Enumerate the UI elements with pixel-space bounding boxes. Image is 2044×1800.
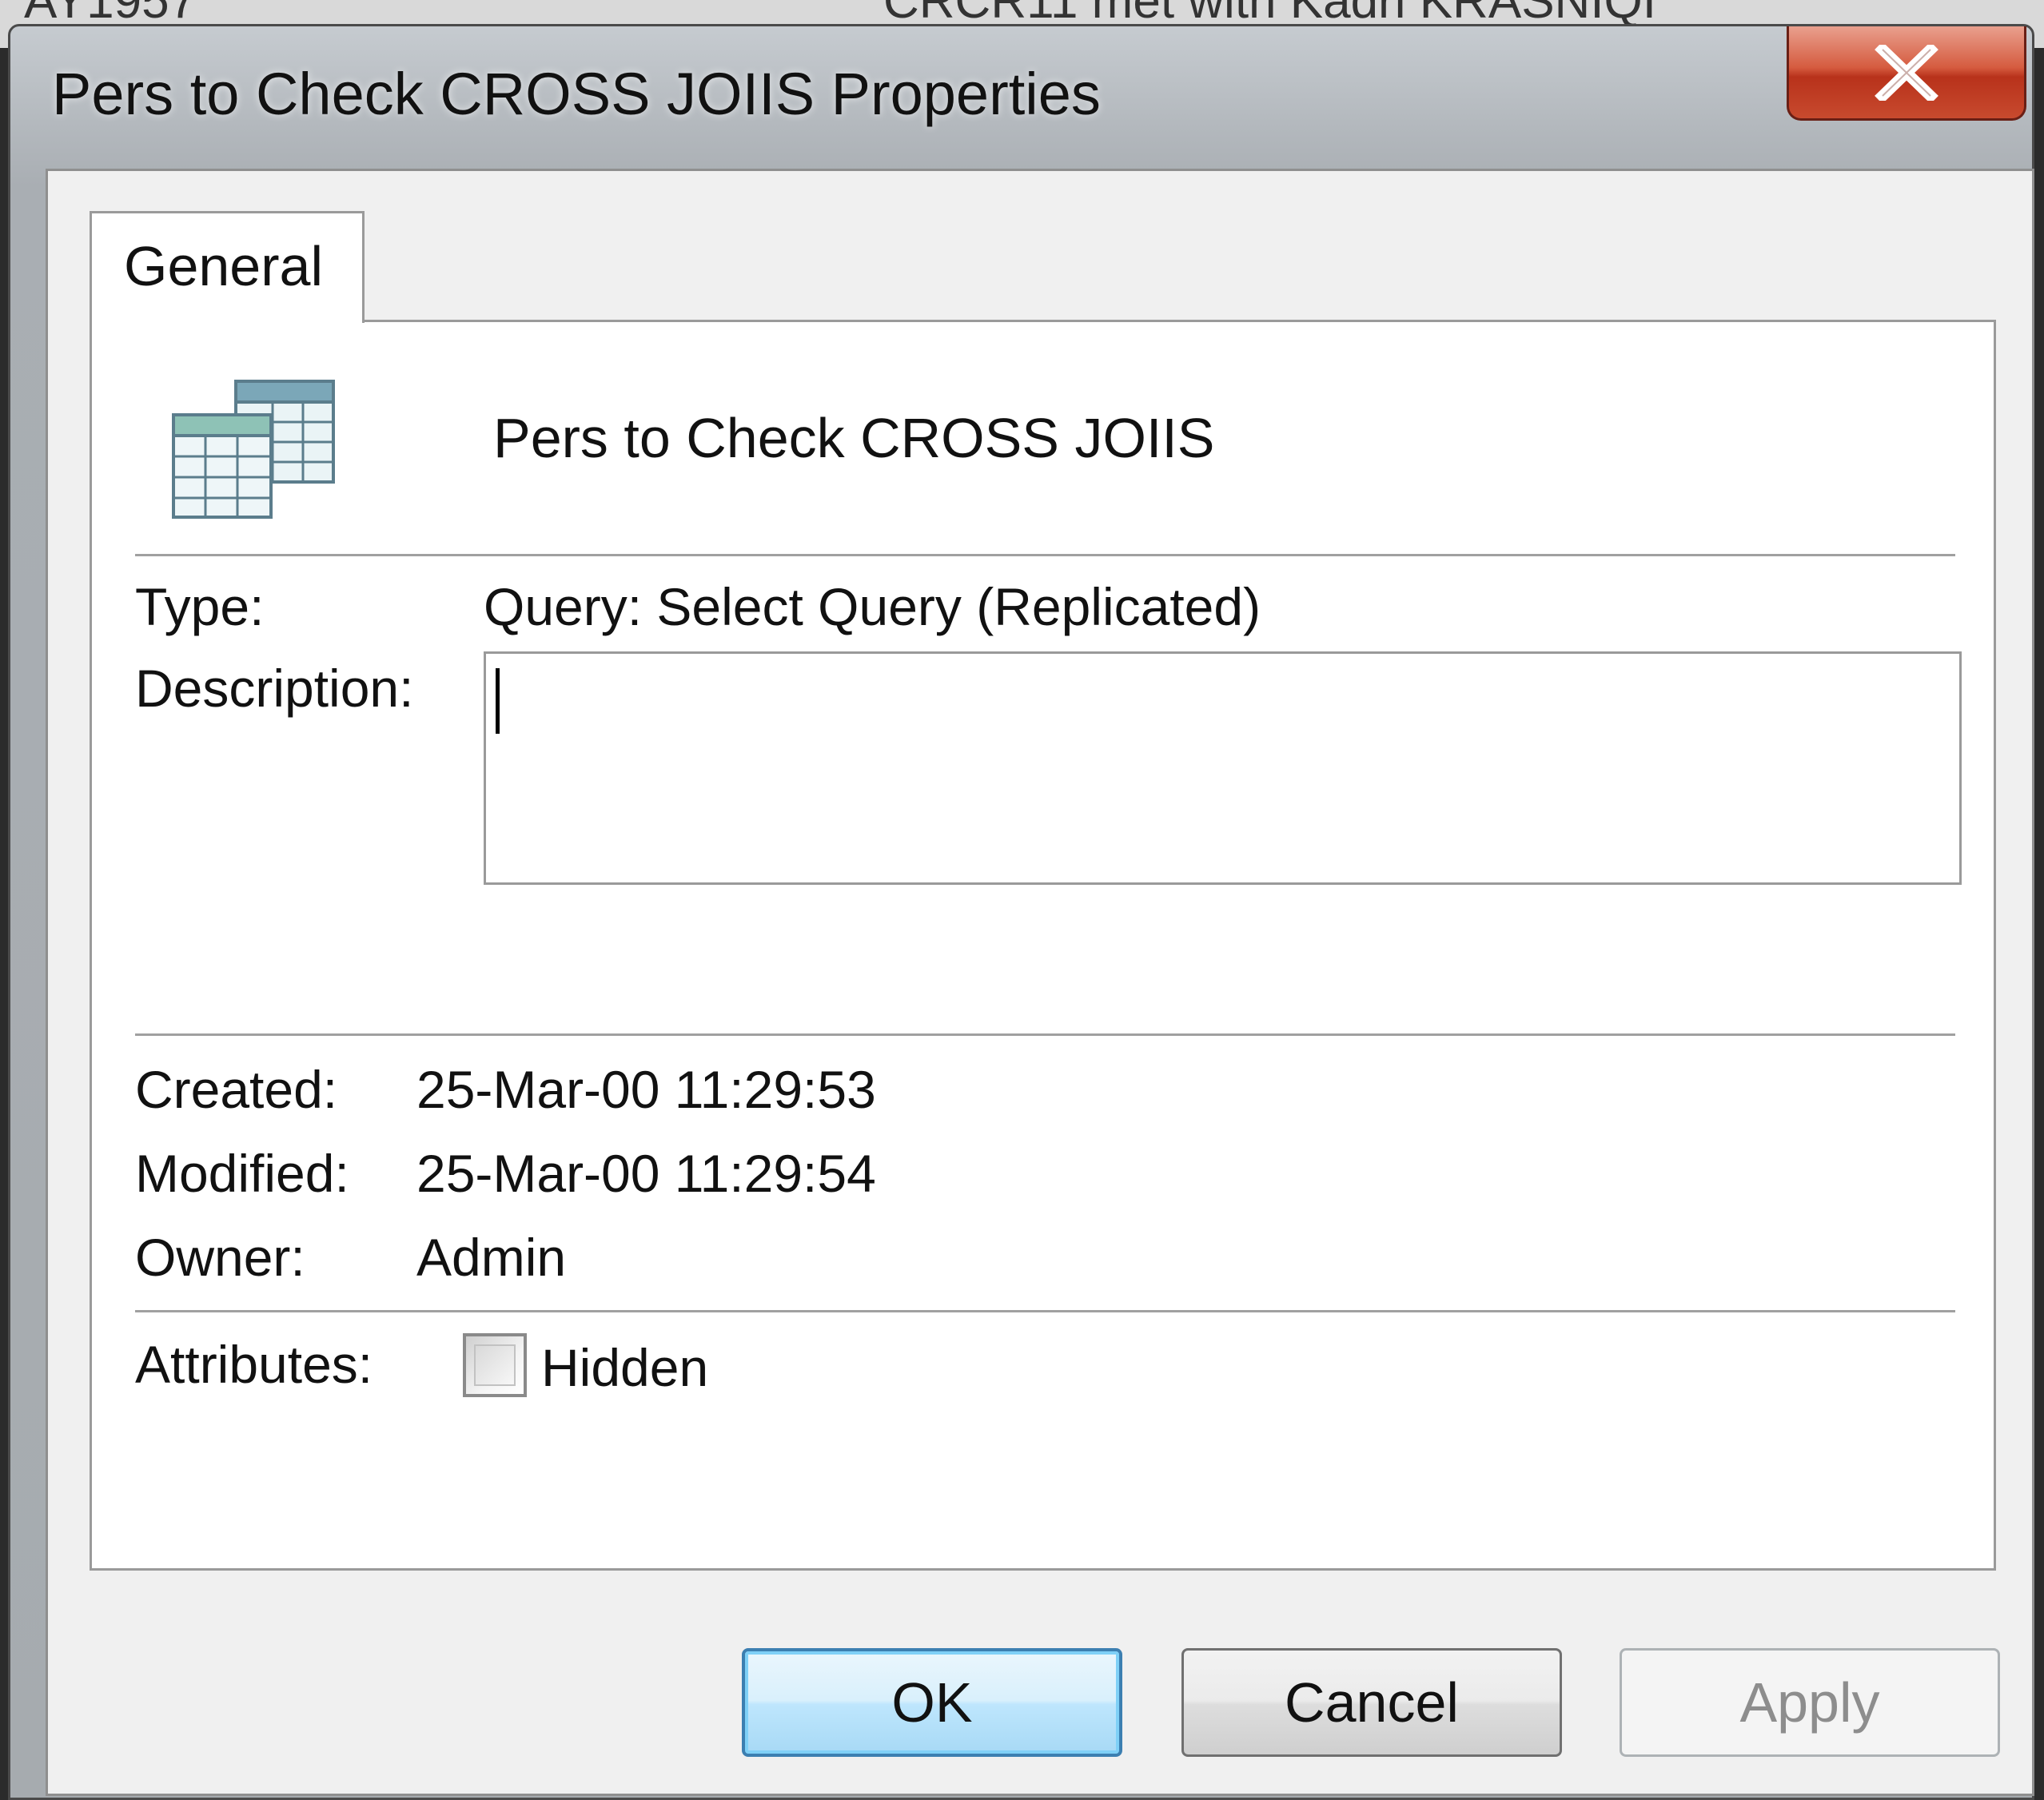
apply-button[interactable]: Apply [1620, 1648, 2000, 1757]
close-button[interactable] [1787, 26, 2026, 121]
attributes-label: Attributes: [135, 1335, 373, 1394]
tab-general-label: General [124, 235, 324, 297]
dialog-client-area: General Pers to Check CROSS JOIIS Type: … [46, 169, 2034, 1796]
cancel-button[interactable]: Cancel [1181, 1648, 1562, 1757]
modified-label: Modified: [135, 1144, 349, 1203]
properties-dialog: Pers to Check CROSS JOIIS Properties Gen… [8, 24, 2034, 1800]
hidden-checkbox-box [474, 1344, 516, 1386]
owner-value: Admin [416, 1228, 567, 1287]
ok-button[interactable]: OK [742, 1648, 1122, 1757]
description-field[interactable] [484, 651, 1962, 885]
hidden-checkbox[interactable] [463, 1333, 527, 1397]
divider-middle [135, 1033, 1955, 1036]
general-tab-panel: Pers to Check CROSS JOIIS Type: Query: S… [90, 320, 1996, 1571]
tab-general[interactable]: General [90, 211, 365, 323]
created-label: Created: [135, 1060, 338, 1119]
dialog-title: Pers to Check CROSS JOIIS Properties [52, 61, 1101, 127]
created-value: 25-Mar-00 11:29:53 [416, 1060, 876, 1119]
owner-label: Owner: [135, 1228, 305, 1287]
object-name: Pers to Check CROSS JOIIS [493, 407, 1215, 469]
type-value: Query: Select Query (Replicated) [484, 577, 1261, 636]
text-caret [496, 668, 500, 734]
description-label: Description: [135, 659, 414, 718]
query-table-icon [172, 380, 335, 519]
divider-bottom [135, 1310, 1955, 1312]
divider-top [135, 554, 1955, 556]
type-label: Type: [135, 577, 265, 636]
hidden-checkbox-label[interactable]: Hidden [541, 1337, 708, 1398]
modified-value: 25-Mar-00 11:29:54 [416, 1144, 876, 1203]
close-icon [1875, 44, 1938, 101]
